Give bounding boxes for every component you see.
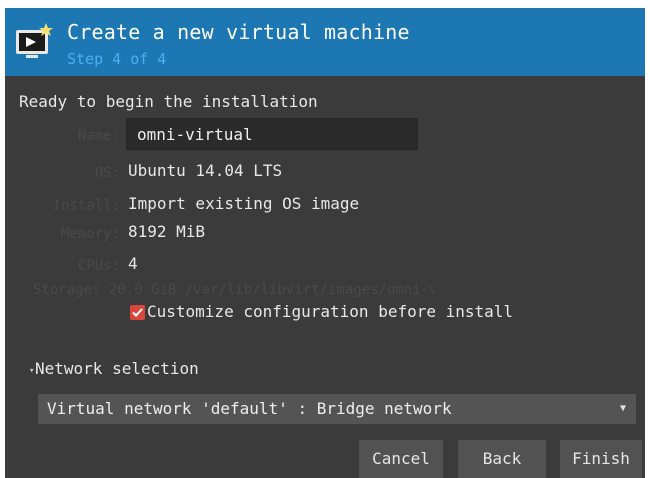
checkmark-icon bbox=[132, 308, 143, 317]
dialog-window: Create a new virtual machine Step 4 of 4… bbox=[5, 8, 645, 478]
finish-button[interactable]: Finish bbox=[560, 440, 642, 478]
vm-name-input[interactable] bbox=[126, 118, 418, 150]
memory-label: Memory: bbox=[60, 226, 120, 242]
install-label: Install: bbox=[52, 198, 120, 214]
memory-value: 8192 MiB bbox=[128, 222, 206, 241]
customize-checkbox[interactable] bbox=[130, 305, 145, 320]
dialog-step: Step 4 of 4 bbox=[67, 50, 167, 68]
customize-label[interactable]: Customize configuration before install bbox=[147, 302, 513, 321]
network-expander-label[interactable]: Network selection bbox=[35, 359, 199, 378]
cpus-label: CPUs: bbox=[77, 258, 120, 274]
network-select[interactable]: Virtual network 'default' : Bridge netwo… bbox=[38, 394, 636, 424]
dropdown-arrow-icon: ▼ bbox=[619, 403, 626, 414]
storage-label: Storage: 20.0 GiB /var/lib/libvirt/image… bbox=[33, 282, 433, 298]
dialog-header: Create a new virtual machine Step 4 of 4 bbox=[5, 8, 645, 76]
ready-heading: Ready to begin the installation bbox=[19, 92, 318, 111]
network-select-value: Virtual network 'default' : Bridge netwo… bbox=[47, 399, 452, 418]
expander-arrow-icon[interactable]: ▾ bbox=[29, 366, 34, 376]
install-value: Import existing OS image bbox=[128, 194, 360, 213]
cpus-value: 4 bbox=[128, 254, 138, 273]
back-button[interactable]: Back bbox=[458, 440, 546, 478]
os-value: Ubuntu 14.04 LTS bbox=[128, 161, 283, 180]
name-label: Name: bbox=[77, 128, 120, 144]
os-label: OS: bbox=[94, 165, 120, 181]
dialog-title: Create a new virtual machine bbox=[67, 20, 410, 44]
monitor-install-icon bbox=[16, 23, 53, 58]
cancel-button[interactable]: Cancel bbox=[359, 440, 443, 478]
